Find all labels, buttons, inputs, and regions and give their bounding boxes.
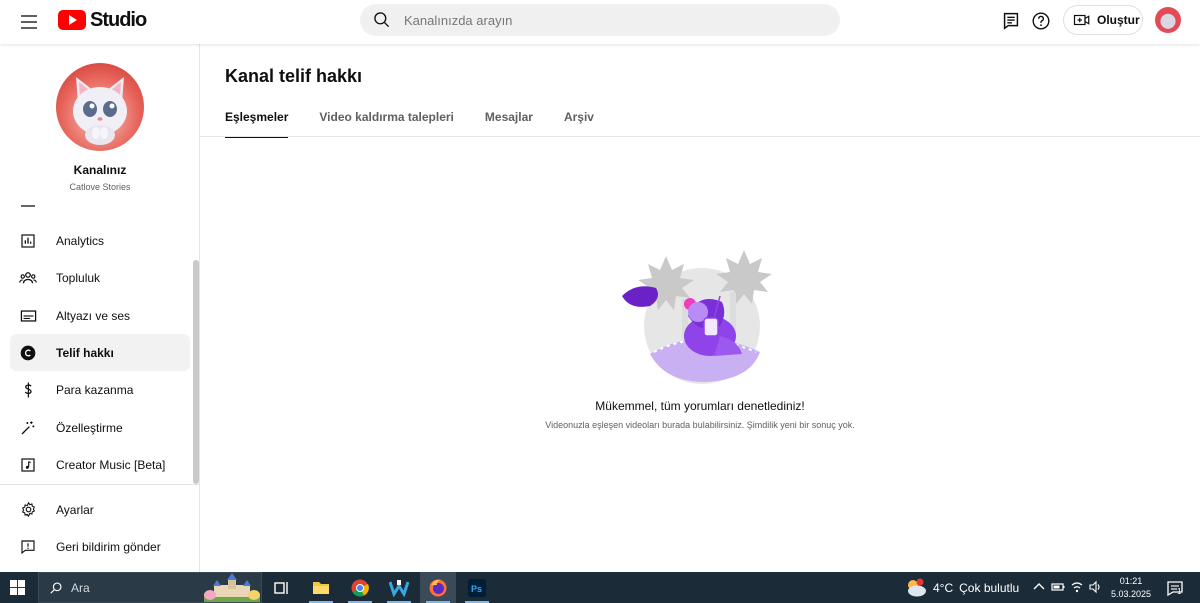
firefox-icon	[429, 579, 447, 596]
weather-temp: 4°C	[933, 580, 954, 595]
gear-icon	[21, 501, 35, 518]
partially-hidden-nav-item	[20, 200, 190, 210]
sidebar-item-customization[interactable]: Özelleştirme	[10, 409, 190, 446]
tab-messages[interactable]: Mesajlar	[485, 110, 533, 138]
subtitles-icon	[20, 309, 36, 322]
search-icon	[50, 581, 62, 594]
weather-desc: Çok bulutlu	[959, 580, 1020, 595]
help-icon[interactable]	[1030, 10, 1052, 32]
tab-matches[interactable]: Eşleşmeler	[225, 110, 289, 138]
create-button[interactable]: Oluştur	[1063, 5, 1143, 35]
sidebar-item-label: Para kazanma	[56, 382, 134, 397]
windows-taskbar: Ara Ps 4°C Çok bulutlu 01:21 5.03.2025 1	[0, 572, 1200, 603]
taskbar-weather[interactable]: 4°C Çok bulutlu	[905, 572, 1019, 603]
tab-removal-requests[interactable]: Video kaldırma talepleri	[319, 110, 454, 138]
community-icon	[19, 271, 37, 283]
taskbar-chrome[interactable]	[342, 572, 378, 603]
notification-count: 1	[1177, 587, 1182, 596]
photoshop-icon: Ps	[468, 578, 486, 597]
create-label: Oluştur	[1097, 13, 1140, 27]
sidebar-item-settings[interactable]: Ayarlar	[10, 491, 190, 528]
volume-icon[interactable]	[1088, 580, 1102, 594]
taskbar-firefox[interactable]	[420, 572, 456, 603]
sidebar-scrollbar[interactable]	[193, 260, 199, 484]
taskbar-clock[interactable]: 01:21 5.03.2025	[1108, 575, 1154, 601]
main-content: Kanal telif hakkı Eşleşmeler Video kaldı…	[200, 44, 1200, 572]
sidebar-item-creator-music[interactable]: Creator Music [Beta]	[10, 446, 190, 483]
search-bar[interactable]	[360, 4, 840, 36]
sidebar-item-label: Creator Music [Beta]	[56, 457, 166, 472]
sidebar-item-label: Özelleştirme	[56, 420, 123, 435]
castle-search-highlight-icon	[204, 573, 260, 602]
channel-name: Kanalınız	[73, 163, 127, 177]
list-icon	[21, 205, 35, 207]
tab-archive[interactable]: Arşiv	[564, 110, 594, 138]
clock-date: 5.03.2025	[1110, 589, 1152, 599]
magic-wand-icon	[21, 420, 35, 434]
youtube-studio-logo[interactable]: Studio	[58, 8, 147, 31]
taskbar-photoshop[interactable]: Ps	[459, 572, 495, 603]
menu-icon[interactable]	[18, 10, 42, 34]
taskbar-file-explorer[interactable]	[303, 572, 339, 603]
clock-time: 01:21	[1119, 576, 1143, 586]
sidebar-item-feedback[interactable]: Geri bildirim gönder	[10, 528, 190, 565]
cat-avatar-image	[73, 77, 127, 145]
empty-state-title: Mükemmel, tüm yorumları denetlediniz!	[595, 399, 805, 413]
copyright-icon	[20, 345, 36, 360]
youtube-play-icon	[58, 10, 86, 30]
chevron-up-icon[interactable]	[1032, 580, 1046, 594]
sidebar-item-label: Topluluk	[56, 270, 101, 285]
feedback-icon	[21, 539, 35, 554]
video-add-icon	[1073, 14, 1090, 26]
sidebar-item-copyright[interactable]: Telif hakkı	[10, 334, 190, 371]
folder-icon	[313, 582, 329, 594]
dollar-icon	[24, 382, 32, 397]
music-icon	[21, 457, 35, 472]
search-icon[interactable]	[372, 10, 392, 30]
sidebar-item-community[interactable]: Topluluk	[10, 259, 190, 296]
page-title: Kanal telif hakkı	[225, 66, 363, 86]
analytics-icon	[21, 233, 35, 248]
taskbar-search-label: Ara	[71, 580, 90, 595]
sidebar-item-label: Geri bildirim gönder	[56, 539, 161, 554]
battery-icon[interactable]	[1051, 580, 1065, 594]
sidebar-item-label: Altyazı ve ses	[56, 308, 131, 323]
sidebar: Kanalınız Catlove Stories Analytics Topl…	[0, 44, 200, 572]
logo-text: Studio	[90, 8, 147, 31]
sidebar-item-analytics[interactable]: Analytics	[10, 222, 190, 259]
wifi-icon[interactable]	[1070, 580, 1084, 594]
sidebar-item-label: Telif hakkı	[56, 345, 114, 360]
taskbar-task-view[interactable]	[264, 572, 300, 603]
tabs-divider	[200, 136, 1200, 137]
cloudy-weather-icon	[908, 578, 926, 596]
empty-state-illustration	[622, 250, 772, 384]
windows-start-icon[interactable]	[10, 580, 25, 595]
winzip-icon	[389, 579, 409, 597]
sidebar-item-label: Ayarlar	[56, 502, 94, 517]
account-avatar[interactable]	[1155, 7, 1181, 33]
sidebar-divider	[0, 484, 199, 485]
svg-text:Ps: Ps	[471, 584, 482, 594]
top-bar: Studio Oluştur	[0, 0, 1200, 44]
sidebar-item-monetization[interactable]: Para kazanma	[10, 371, 190, 408]
chrome-icon	[351, 579, 369, 596]
comments-icon[interactable]	[1000, 10, 1022, 32]
search-input[interactable]	[404, 12, 804, 28]
empty-state-description: Videonuzla eşleşen videoları burada bula…	[545, 420, 855, 430]
channel-subtitle: Catlove Stories	[69, 182, 131, 192]
sidebar-item-label: Analytics	[56, 233, 105, 248]
tab-bar: Eşleşmeler Video kaldırma talepleri Mesa…	[225, 110, 625, 138]
task-view-icon	[274, 581, 288, 594]
channel-avatar[interactable]	[56, 63, 144, 151]
taskbar-winzip[interactable]	[381, 572, 417, 603]
sidebar-item-subtitles[interactable]: Altyazı ve ses	[10, 297, 190, 334]
